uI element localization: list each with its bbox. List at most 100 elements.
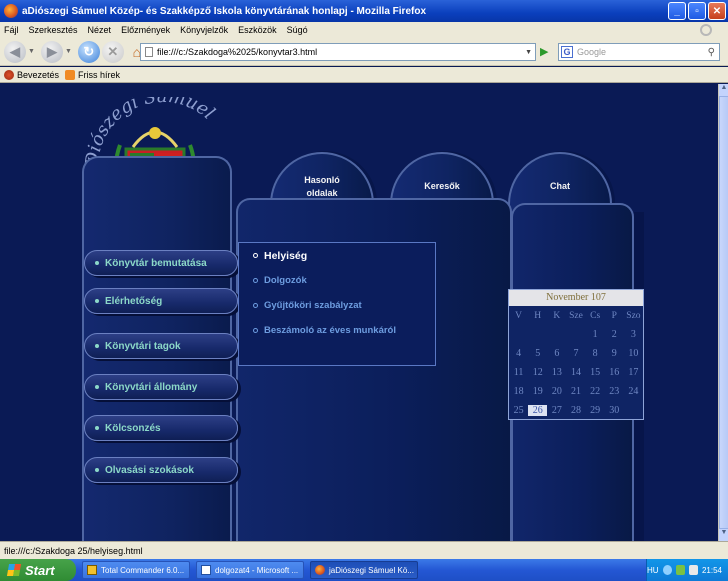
menu-bookmarks[interactable]: Könyvjelzők	[180, 25, 228, 35]
submenu-dolgozok[interactable]: Dolgozók	[239, 268, 435, 293]
menu-file[interactable]: Fájl	[4, 25, 19, 35]
nav-konyvtar-bemutatasa[interactable]: Könyvtár bemutatása	[84, 250, 238, 276]
weekday-label: P	[611, 310, 617, 321]
scroll-down-icon[interactable]: ▼	[719, 529, 728, 541]
windows-taskbar: Start Total Commander 6.0... dolgozat4 -…	[0, 559, 728, 581]
back-button[interactable]: ◀	[4, 40, 26, 63]
calendar-day[interactable]: 24	[624, 386, 643, 397]
calendar-day-today[interactable]: 26	[528, 405, 548, 416]
calendar-day[interactable]: 18	[509, 386, 528, 397]
bullet-icon	[253, 303, 258, 308]
windows-logo-icon	[6, 564, 22, 576]
reload-button[interactable]: ↻	[77, 40, 100, 63]
maximize-button[interactable]: ▫	[688, 2, 706, 20]
nav-label: Olvasási szokások	[105, 464, 194, 476]
calendar-day[interactable]: 22	[586, 386, 605, 397]
navigation-toolbar: ◀ ▼ ▶ ▼ ↻ ✕ ⌂ file:///c:/Szakdoga%2025/k…	[0, 38, 728, 66]
calendar-day[interactable]: 6	[547, 348, 566, 359]
calendar-day[interactable]: 25	[509, 405, 528, 416]
nav-olvasasi-szokasok[interactable]: Olvasási szokások	[84, 457, 238, 483]
bookmark-friss-hirek[interactable]: Friss hírek	[78, 70, 120, 80]
calendar-day[interactable]: 1	[586, 329, 605, 340]
url-bar[interactable]: file:///c:/Szakdoga%2025/konyvtar3.html …	[140, 43, 536, 61]
nav-kolcsonzes[interactable]: Kölcsonzés	[84, 415, 238, 441]
calendar-week: 25 26 27 28 29 30	[509, 401, 643, 420]
nav-label: Könyvtári állomány	[105, 381, 198, 393]
weekday-label: Szo	[626, 310, 641, 321]
calendar-day[interactable]: 19	[528, 386, 547, 397]
calendar-day[interactable]: 27	[547, 405, 566, 416]
calendar-day[interactable]: 12	[528, 367, 547, 378]
nav-label: Kölcsonzés	[105, 422, 161, 434]
submenu-gyujtokori-szabalyzat[interactable]: Gyűjtőköri szabályzat	[239, 293, 435, 318]
menu-view[interactable]: Nézet	[88, 25, 112, 35]
calendar-day[interactable]: 4	[509, 348, 528, 359]
tab-hasonlo-label: Hasonló oldalak	[304, 175, 340, 198]
calendar-day[interactable]: 29	[586, 405, 605, 416]
scroll-up-icon[interactable]: ▲	[719, 84, 728, 96]
calendar-day[interactable]: 20	[547, 386, 566, 397]
vertical-scrollbar[interactable]: ▲ ▼	[718, 84, 728, 541]
google-icon[interactable]: G	[561, 46, 573, 58]
status-text: file:///c:/Szakdoga 25/helyiseg.html	[4, 545, 143, 556]
nav-elerhetoseg[interactable]: Elérhetőség	[84, 288, 238, 314]
menu-history[interactable]: Előzmények	[121, 25, 170, 35]
bullet-icon	[253, 328, 258, 333]
calendar-day[interactable]: 10	[624, 348, 643, 359]
calendar-day[interactable]: 17	[624, 367, 643, 378]
calendar-day[interactable]: 2	[605, 329, 624, 340]
calendar-day[interactable]: 16	[605, 367, 624, 378]
minimize-button[interactable]: _	[668, 2, 686, 20]
submenu-beszamolo[interactable]: Beszámoló az éves munkáról	[239, 318, 435, 343]
calendar-day[interactable]: 23	[605, 386, 624, 397]
close-button[interactable]: ✕	[708, 2, 726, 20]
calendar-day[interactable]: 28	[566, 405, 585, 416]
url-text: file:///c:/Szakdoga%2025/konyvtar3.html	[157, 47, 318, 57]
volume-icon[interactable]	[688, 565, 698, 575]
window-title: aDiószegi Sámuel Közép- és Szakképző Isk…	[22, 5, 427, 17]
taskbar-item-word[interactable]: dolgozat4 - Microsoft ...	[196, 561, 304, 579]
menu-tools[interactable]: Eszközök	[238, 25, 277, 35]
window-titlebar[interactable]: aDiószegi Sámuel Közép- és Szakképző Isk…	[0, 0, 728, 22]
bookmark-bevezetes[interactable]: Bevezetés	[17, 70, 59, 80]
search-icon[interactable]: ⚲	[708, 47, 715, 58]
calendar-week: 4 5 6 7 8 9 10	[509, 344, 643, 363]
menu-bar: Fájl Szerkesztés Nézet Előzmények Könyvj…	[0, 22, 728, 38]
submenu-dropdown: Helyiség Dolgozók Gyűjtőköri szabályzat …	[238, 242, 436, 366]
calendar-day[interactable]: 8	[586, 348, 605, 359]
calendar-day[interactable]: 5	[528, 348, 547, 359]
taskbar-item-firefox[interactable]: jaDiószegi Sámuel Kö...	[310, 561, 418, 579]
forward-button[interactable]: ▶	[40, 40, 63, 63]
nav-konyvtari-allomany[interactable]: Könyvtári állomány	[84, 374, 238, 400]
calendar-day[interactable]: 7	[566, 348, 585, 359]
search-box[interactable]: G Google ⚲	[558, 43, 720, 61]
calendar-widget: November 107 V H K Sze Cs P Szo 1 2 3 4 …	[508, 289, 644, 420]
scrollbar-thumb[interactable]	[719, 96, 728, 529]
forward-dropdown-icon[interactable]: ▼	[65, 48, 72, 55]
back-dropdown-icon[interactable]: ▼	[28, 48, 35, 55]
throbber-icon	[700, 24, 712, 36]
url-dropdown-icon[interactable]: ▼	[525, 49, 532, 56]
go-button[interactable]: ▶	[540, 45, 554, 59]
calendar-day[interactable]: 3	[624, 329, 643, 340]
status-bar: file:///c:/Szakdoga 25/helyiseg.html	[0, 541, 728, 559]
network-icon[interactable]	[662, 565, 672, 575]
calendar-day[interactable]: 14	[566, 367, 585, 378]
start-button[interactable]: Start	[0, 559, 76, 581]
security-shield-icon[interactable]	[675, 565, 685, 575]
calendar-day[interactable]: 11	[509, 367, 528, 378]
calendar-day[interactable]: 15	[586, 367, 605, 378]
calendar-day[interactable]: 13	[547, 367, 566, 378]
language-indicator[interactable]: HU	[647, 566, 659, 575]
calendar-day[interactable]: 21	[566, 386, 585, 397]
calendar-day[interactable]: 30	[605, 405, 624, 416]
taskbar-item-total-commander[interactable]: Total Commander 6.0...	[82, 561, 190, 579]
calendar-day[interactable]: 9	[605, 348, 624, 359]
total-commander-icon	[87, 565, 97, 575]
menu-help[interactable]: Súgó	[287, 25, 308, 35]
submenu-helyiseg[interactable]: Helyiség	[239, 243, 435, 268]
menu-edit[interactable]: Szerkesztés	[29, 25, 78, 35]
nav-konyvtari-tagok[interactable]: Könyvtári tagok	[84, 333, 238, 359]
stop-button[interactable]: ✕	[101, 40, 124, 63]
nav-label: Elérhetőség	[105, 295, 163, 307]
